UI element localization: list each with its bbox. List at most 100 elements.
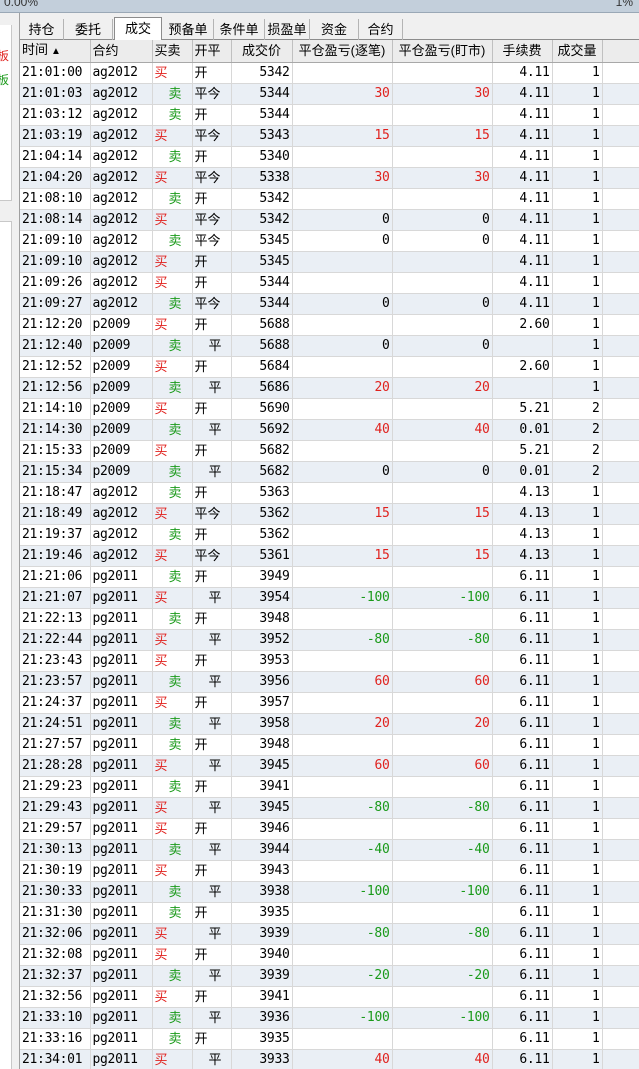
col-header-open-close[interactable]: 开平 xyxy=(192,40,232,63)
tab-conditional-orders[interactable]: 条件单 xyxy=(214,19,265,40)
table-header-row: 时间 ▲ 合约 买卖 开平 成交价 平仓盈亏(逐笔) 平仓盈亏(盯市) 手续费 成… xyxy=(20,40,639,63)
cell-side-value: 卖 xyxy=(168,86,182,101)
table-row[interactable]: 21:24:37 pg2011 买 开 3957 6.11 101 xyxy=(20,692,639,714)
cell-volume: 1 xyxy=(552,734,603,756)
table-row[interactable]: 21:18:47 ag2012 卖开 5363 4.13 101 xyxy=(20,482,639,504)
table-row[interactable]: 21:19:37 ag2012 卖开 5362 4.13 101 xyxy=(20,524,639,546)
table-row[interactable]: 21:12:40p2009卖平568800101 xyxy=(20,335,639,357)
table-row[interactable]: 21:32:06 pg2011 买 平 3939 -80 -80 6.11 101 xyxy=(20,923,639,945)
cell-pnl-mark-to-market: 0 xyxy=(392,461,493,483)
col-header-price[interactable]: 成交价 xyxy=(231,40,293,63)
table-row[interactable]: 21:15:33 p2009 买 开 5682 5.21 201 xyxy=(20,440,639,462)
tab-trades[interactable]: 成交 xyxy=(114,17,162,41)
table-row[interactable]: 21:24:51 pg2011 卖 平 3958 20 20 6.11 101 xyxy=(20,713,639,735)
cell-fee-value: 6.11 xyxy=(519,863,550,878)
table-row[interactable]: 21:30:13 pg2011 卖 平 3944 -40 -40 6.11 101 xyxy=(20,839,639,861)
table-row[interactable]: 21:32:37 pg2011 卖 平 3939 -20 -20 6.11 101 xyxy=(20,965,639,987)
table-row[interactable]: 21:21:07 pg2011 买 平 3954 -100 -100 6.11 101 xyxy=(20,587,639,609)
table-row[interactable]: 21:29:43 pg2011 买 平 3945 -80 -80 6.11 101 xyxy=(20,797,639,819)
tab-contracts[interactable]: 合约 xyxy=(359,19,403,40)
cell-side-value: 卖 xyxy=(168,905,182,920)
table-row[interactable]: 21:33:10 pg2011 卖 平 3936 -100 -100 6.11 101 xyxy=(20,1007,639,1029)
table-row[interactable]: 21:33:16 pg2011 卖开 3935 6.11 101 xyxy=(20,1028,639,1050)
cell-time-value: 21:32:08 xyxy=(22,947,83,962)
cell-open-close-value: 平 xyxy=(208,674,222,689)
cell-price-value: 5340 xyxy=(259,149,290,164)
cell-contract: ag2012 xyxy=(90,545,153,567)
table-row[interactable]: 21:03:19 ag2012 买 平今 5343 15 15 4.11 10 xyxy=(20,125,639,147)
cell-open-close: 开 xyxy=(192,272,232,294)
cell-fee-value: 6.11 xyxy=(519,590,550,605)
cell-volume-value: 1 xyxy=(591,527,600,542)
table-row[interactable]: 21:22:44 pg2011 买 平 3952 -80 -80 6.11 101 xyxy=(20,629,639,651)
cell-open-close: 开 xyxy=(192,734,232,756)
table-row[interactable]: 21:04:20 ag2012 买 平今 5338 30 30 4.11 10 xyxy=(20,167,639,189)
tab-funds[interactable]: 资金 xyxy=(310,19,359,40)
table-row[interactable]: 21:01:03 ag2012 卖平今 5344 30 30 4.11 10 xyxy=(20,83,639,105)
table-row[interactable]: 21:09:10 ag2012 买 开 5345 4.11 101 xyxy=(20,251,639,273)
col-header-pnl-mark-to-market[interactable]: 平仓盈亏(盯市) xyxy=(392,40,493,63)
cell-open-close: 开 xyxy=(192,251,232,273)
table-row[interactable]: 21:21:06 pg2011 卖开 3949 6.11 101 xyxy=(20,566,639,588)
table-row[interactable]: 21:29:57 pg2011 买 开 3946 6.11 101 xyxy=(20,818,639,840)
table-row[interactable]: 21:09:10 ag2012 卖平今 5345 0 0 4.11 101 xyxy=(20,230,639,252)
tab-orders[interactable]: 委托 xyxy=(64,19,113,40)
table-row[interactable]: 21:08:14 ag2012 买 平今 5342 0 0 4.11 101 xyxy=(20,209,639,231)
cell-contract: ag2012 xyxy=(90,251,153,273)
tab-stop-profit-orders[interactable]: 损盈单 xyxy=(265,19,310,40)
cell-volume-value: 1 xyxy=(591,506,600,521)
col-header-side[interactable]: 买卖 xyxy=(152,40,193,63)
left-panel-label-sell[interactable]: 板 xyxy=(0,71,9,88)
table-row[interactable]: 21:23:43 pg2011 买 开 3953 6.11 101 xyxy=(20,650,639,672)
table-row[interactable]: 21:14:10 p2009 买 开 5690 5.21 201 xyxy=(20,398,639,420)
cell-pnl-per-trade: 15 xyxy=(292,125,393,147)
tab-prepared-orders[interactable]: 预备单 xyxy=(163,19,214,40)
cell-price-value: 3935 xyxy=(259,905,290,920)
table-row[interactable]: 21:12:56 p2009 卖 平 5686 20 20 101 xyxy=(20,377,639,399)
cell-price: 5688 xyxy=(231,314,293,336)
table-row[interactable]: 21:28:28 pg2011 买 平 3945 60 60 6.11 101 xyxy=(20,755,639,777)
table-row[interactable]: 21:30:33 pg2011 卖 平 3938 -100 -100 6.11 101 xyxy=(20,881,639,903)
table-row[interactable]: 21:30:19 pg2011 买 开 3943 6.11 101 xyxy=(20,860,639,882)
table-row[interactable]: 21:09:26 ag2012 买 开 5344 4.11 101 xyxy=(20,272,639,294)
cell-extra: 01 xyxy=(602,1049,639,1069)
table-row[interactable]: 21:31:30 pg2011 卖开 3935 6.11 101 xyxy=(20,902,639,924)
table-row[interactable]: 21:12:20 p2009 买 开 5688 2.60 101 xyxy=(20,314,639,336)
col-header-contract[interactable]: 合约 xyxy=(90,40,153,63)
col-header-pnl-per-trade[interactable]: 平仓盈亏(逐笔) xyxy=(292,40,393,63)
left-panel-label-buy[interactable]: 板 xyxy=(0,47,9,64)
table-row[interactable]: 21:29:23 pg2011 卖开 3941 6.11 101 xyxy=(20,776,639,798)
cell-price: 5684 xyxy=(231,356,293,378)
table-row[interactable]: 21:18:49 ag2012 买 平今 5362 15 15 4.13 101 xyxy=(20,503,639,525)
cell-price-value: 5344 xyxy=(259,296,290,311)
table-row[interactable]: 21:08:10 ag2012 卖开 5342 4.11 101 xyxy=(20,188,639,210)
table-row[interactable]: 21:34:01 pg2011 买 平 3933 40 40 6.11 101 xyxy=(20,1049,639,1069)
col-header-fee[interactable]: 手续费 xyxy=(492,40,553,63)
table-row[interactable]: 21:03:12 ag2012 卖开 5344 4.11 10 xyxy=(20,104,639,126)
cell-side-value: 买 xyxy=(154,170,168,185)
tab-positions[interactable]: 持仓 xyxy=(20,19,64,40)
cell-price-value: 3954 xyxy=(259,590,290,605)
cell-fee-value: 6.11 xyxy=(519,884,550,899)
table-row[interactable]: 21:15:34 p2009 卖 平 5682 0 0 0.01 201 xyxy=(20,461,639,483)
table-row[interactable]: 21:04:14 ag2012 卖开 5340 4.11 10 xyxy=(20,146,639,168)
table-row[interactable]: 21:01:00 ag2012 买 开 5342 4.11 10 xyxy=(20,62,639,84)
table-row[interactable]: 21:23:57 pg2011 卖 平 3956 60 60 6.11 101 xyxy=(20,671,639,693)
table-row[interactable]: 21:12:52 p2009 买 开 5684 2.60 101 xyxy=(20,356,639,378)
col-header-volume[interactable]: 成交量 xyxy=(552,40,603,63)
cell-pnl-per-trade-value: 0 xyxy=(381,233,390,248)
table-row[interactable]: 21:32:08 pg2011 买 开 3940 6.11 101 xyxy=(20,944,639,966)
cell-pnl-mark-to-market: 60 xyxy=(392,755,493,777)
cell-pnl-mark-to-market: 30 xyxy=(392,167,493,189)
table-row[interactable]: 21:14:30 p2009 卖 平 5692 40 40 0.01 201 xyxy=(20,419,639,441)
table-row[interactable]: 21:22:13 pg2011 卖开 3948 6.11 101 xyxy=(20,608,639,630)
table-row[interactable]: 21:19:46 ag2012 买 平今 5361 15 15 4.13 101 xyxy=(20,545,639,567)
col-header-extra[interactable] xyxy=(602,40,639,63)
cell-pnl-per-trade-value: -20 xyxy=(366,968,390,983)
cell-open-close: 开 xyxy=(192,524,232,546)
table-row[interactable]: 21:27:57 pg2011 卖开 3948 6.11 101 xyxy=(20,734,639,756)
table-row[interactable]: 21:09:27 ag2012 卖平今 5344 0 0 4.11 101 xyxy=(20,293,639,315)
col-header-time[interactable]: 时间 ▲ xyxy=(20,40,91,63)
table-row[interactable]: 21:32:56 pg2011 买 开 3941 6.11 101 xyxy=(20,986,639,1008)
cell-fee: 4.13 xyxy=(492,503,553,525)
